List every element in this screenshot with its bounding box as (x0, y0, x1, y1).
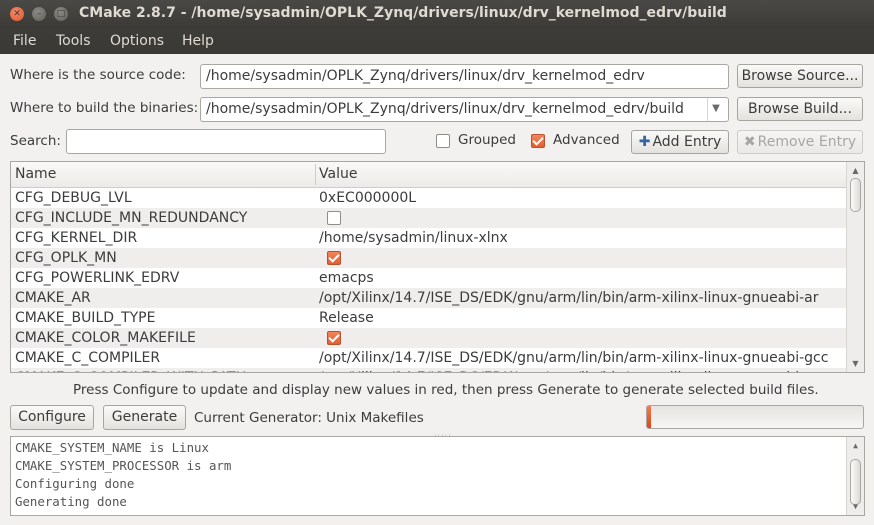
scroll-up-icon[interactable]: ▲ (850, 165, 861, 176)
current-generator-text: Current Generator: Unix Makefiles (194, 410, 424, 426)
table-row[interactable]: CFG_INCLUDE_MN_REDUNDANCY (11, 208, 847, 228)
dropdown-arrow-icon[interactable]: ▼ (707, 98, 724, 121)
table-row[interactable]: CFG_POWERLINK_EDRV emacps (11, 268, 847, 288)
window-title: CMake 2.8.7 - /home/sysadmin/OPLK_Zynq/d… (79, 5, 727, 21)
value-checkbox[interactable] (327, 331, 341, 345)
search-input[interactable] (66, 129, 386, 154)
table-row[interactable]: CMAKE_COLOR_MAKEFILE (11, 328, 847, 348)
value-checkbox[interactable] (327, 211, 341, 225)
value-checkbox[interactable] (327, 251, 341, 265)
generate-button[interactable]: Generate (103, 405, 186, 430)
advanced-label: Advanced (553, 132, 620, 148)
table-row[interactable]: CFG_DEBUG_LVL 0xEC000000L (11, 188, 847, 208)
cell-name: CFG_KERNEL_DIR (15, 230, 138, 246)
cell-value[interactable]: emacps (319, 270, 374, 286)
binaries-path-combobox[interactable]: /home/sysadmin/OPLK_Zynq/drivers/linux/d… (200, 97, 729, 122)
binaries-label: Where to build the binaries: (10, 100, 199, 116)
cell-value[interactable]: /opt/Xilinx/14.7/ISE_DS/EDK/gnu/arm/lin/… (319, 350, 828, 366)
add-entry-label: Add Entry (652, 134, 722, 150)
grouped-checkbox[interactable] (436, 134, 450, 148)
menu-help[interactable]: Help (182, 33, 214, 49)
cell-name: CMAKE_BUILD_TYPE (15, 310, 156, 326)
advanced-checkbox[interactable] (531, 134, 545, 148)
remove-icon: ✖ (743, 134, 756, 150)
cell-name: CMAKE_COLOR_MAKEFILE (15, 330, 196, 346)
menu-file[interactable]: File (13, 33, 36, 49)
cell-value[interactable]: Release (319, 310, 374, 326)
scrollbar-thumb[interactable] (850, 178, 861, 212)
hint-text: Press Configure to update and display ne… (73, 382, 819, 398)
remove-entry-label: Remove Entry (757, 134, 857, 150)
cell-name: CMAKE_C_COMPILER (15, 350, 161, 366)
menu-tools[interactable]: Tools (56, 33, 91, 49)
browse-source-button[interactable]: Browse Source... (737, 64, 863, 88)
remove-entry-button[interactable]: ✖ Remove Entry (737, 130, 863, 154)
source-path-input[interactable]: /home/sysadmin/OPLK_Zynq/drivers/linux/d… (200, 64, 729, 89)
cell-value[interactable]: /home/sysadmin/linux-xlnx (319, 230, 508, 246)
output-line: CMAKE_SYSTEM_PROCESSOR is arm (15, 458, 232, 473)
menu-bar: File Tools Options Help (0, 28, 874, 54)
search-label: Search: (10, 133, 61, 149)
cell-name: CFG_DEBUG_LVL (15, 190, 132, 206)
column-divider[interactable] (315, 164, 316, 185)
title-bar: ✕ – □ CMake 2.8.7 - /home/sysadmin/OPLK_… (0, 0, 874, 28)
output-line: CMAKE_SYSTEM_NAME is Linux (15, 440, 209, 455)
minimize-window-icon[interactable]: – (32, 7, 46, 21)
column-header-name[interactable]: Name (15, 166, 56, 182)
cell-name: CMAKE_AR (15, 290, 91, 306)
cell-name: CFG_INCLUDE_MN_REDUNDANCY (15, 210, 248, 226)
table-row[interactable]: CMAKE_AR/opt/Xilinx/14.7/ISE_DS/EDK/gnu/… (11, 288, 847, 308)
grouped-label: Grouped (458, 132, 516, 148)
table-header: Name Value (11, 162, 847, 188)
progress-bar (646, 405, 864, 429)
scroll-down-icon[interactable]: ▼ (850, 358, 861, 369)
table-row[interactable]: CMAKE_C_COMPILER_WITH_PATH/opt/Xilinx/14… (11, 368, 847, 372)
maximize-window-icon[interactable]: □ (54, 7, 68, 21)
scroll-down-icon[interactable]: ▼ (850, 501, 861, 512)
plus-icon: ✚ (638, 134, 651, 150)
scroll-up-icon[interactable]: ▲ (850, 440, 861, 451)
cell-value[interactable]: /opt/Xilinx/14.7/ISE_DS/EDK/gnu/arm/lin/… (319, 370, 828, 372)
output-scrollbar[interactable]: ▲ ▼ (846, 437, 864, 515)
column-header-value[interactable]: Value (319, 166, 357, 182)
table-row[interactable]: CFG_KERNEL_DIR/home/sysadmin/linux-xlnx (11, 228, 847, 248)
cache-table[interactable]: Name Value CFG_DEBUG_LVL 0xEC000000L CFG_I… (10, 161, 865, 373)
output-log[interactable]: CMAKE_SYSTEM_NAME is Linux CMAKE_SYSTEM_P… (10, 436, 865, 516)
output-line: Configuring done (15, 476, 135, 491)
table-row[interactable]: CMAKE_BUILD_TYPE Release (11, 308, 847, 328)
close-window-icon[interactable]: ✕ (10, 7, 24, 21)
table-scrollbar[interactable]: ▲ ▼ (846, 162, 864, 372)
cell-name: CMAKE_C_COMPILER_WITH_PATH (15, 370, 246, 372)
progress-fill (647, 406, 652, 428)
binaries-path-value: /home/sysadmin/OPLK_Zynq/drivers/linux/d… (206, 101, 684, 117)
cell-value[interactable]: /opt/Xilinx/14.7/ISE_DS/EDK/gnu/arm/lin/… (319, 290, 819, 306)
table-row[interactable]: CMAKE_C_COMPILER/opt/Xilinx/14.7/ISE_DS/… (11, 348, 847, 368)
table-row[interactable]: CFG_OPLK_MN (11, 248, 847, 268)
output-line: Generating done (15, 494, 127, 509)
cell-name: CFG_POWERLINK_EDRV (15, 270, 180, 286)
source-label: Where is the source code: (10, 67, 186, 83)
browse-build-button[interactable]: Browse Build... (737, 97, 863, 121)
scrollbar-thumb[interactable] (850, 459, 861, 505)
add-entry-button[interactable]: ✚ Add Entry (631, 130, 729, 154)
cell-value[interactable]: 0xEC000000L (319, 190, 416, 206)
configure-button[interactable]: Configure (10, 405, 94, 430)
menu-options[interactable]: Options (110, 33, 164, 49)
cell-name: CFG_OPLK_MN (15, 250, 117, 266)
